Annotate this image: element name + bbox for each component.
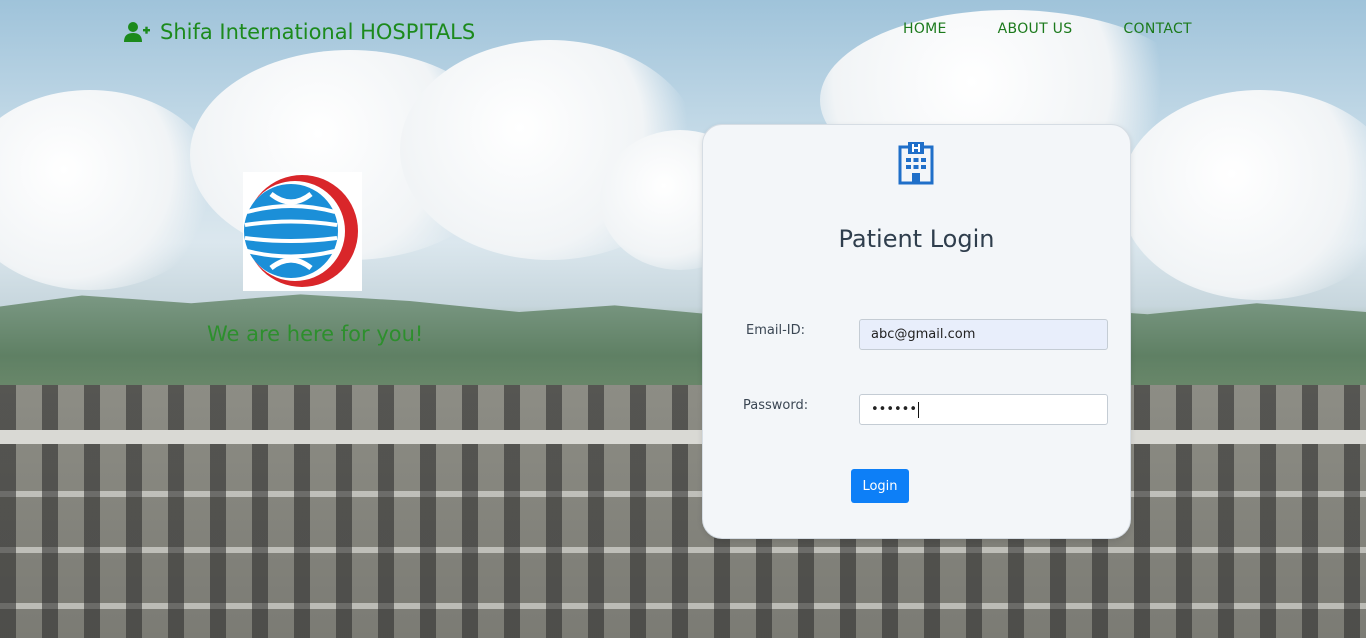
nav-contact-link[interactable]: CONTACT (1123, 21, 1192, 37)
login-button[interactable]: Login (851, 469, 909, 503)
password-label: Password: (743, 398, 809, 413)
nav-about-link[interactable]: ABOUT US (998, 21, 1073, 37)
navbar-brand[interactable]: Shifa International HOSPITALS (124, 20, 475, 44)
text-caret (918, 401, 920, 418)
page: Shifa International HOSPITALS HOME ABOUT… (0, 0, 1366, 638)
brand-name: Shifa International HOSPITALS (160, 20, 476, 44)
login-title: Patient Login (838, 225, 995, 253)
email-value: abc@gmail.com (871, 327, 976, 342)
tagline: We are here for you! (207, 322, 424, 346)
user-plus-icon (124, 22, 150, 42)
nav-home-link[interactable]: HOME (903, 21, 947, 37)
password-value: •••••• (871, 402, 918, 417)
background-photo (0, 0, 1366, 638)
hospital-logo (243, 172, 362, 291)
top-nav: HOME ABOUT US CONTACT (903, 21, 1192, 37)
password-field[interactable]: •••••• (859, 394, 1108, 425)
email-field[interactable]: abc@gmail.com (859, 319, 1108, 350)
login-card: Patient Login Email-ID: abc@gmail.com Pa… (702, 124, 1131, 539)
hospital-building-icon (898, 142, 934, 185)
email-label: Email-ID: (746, 323, 805, 338)
hospital-globe-logo (244, 175, 358, 287)
